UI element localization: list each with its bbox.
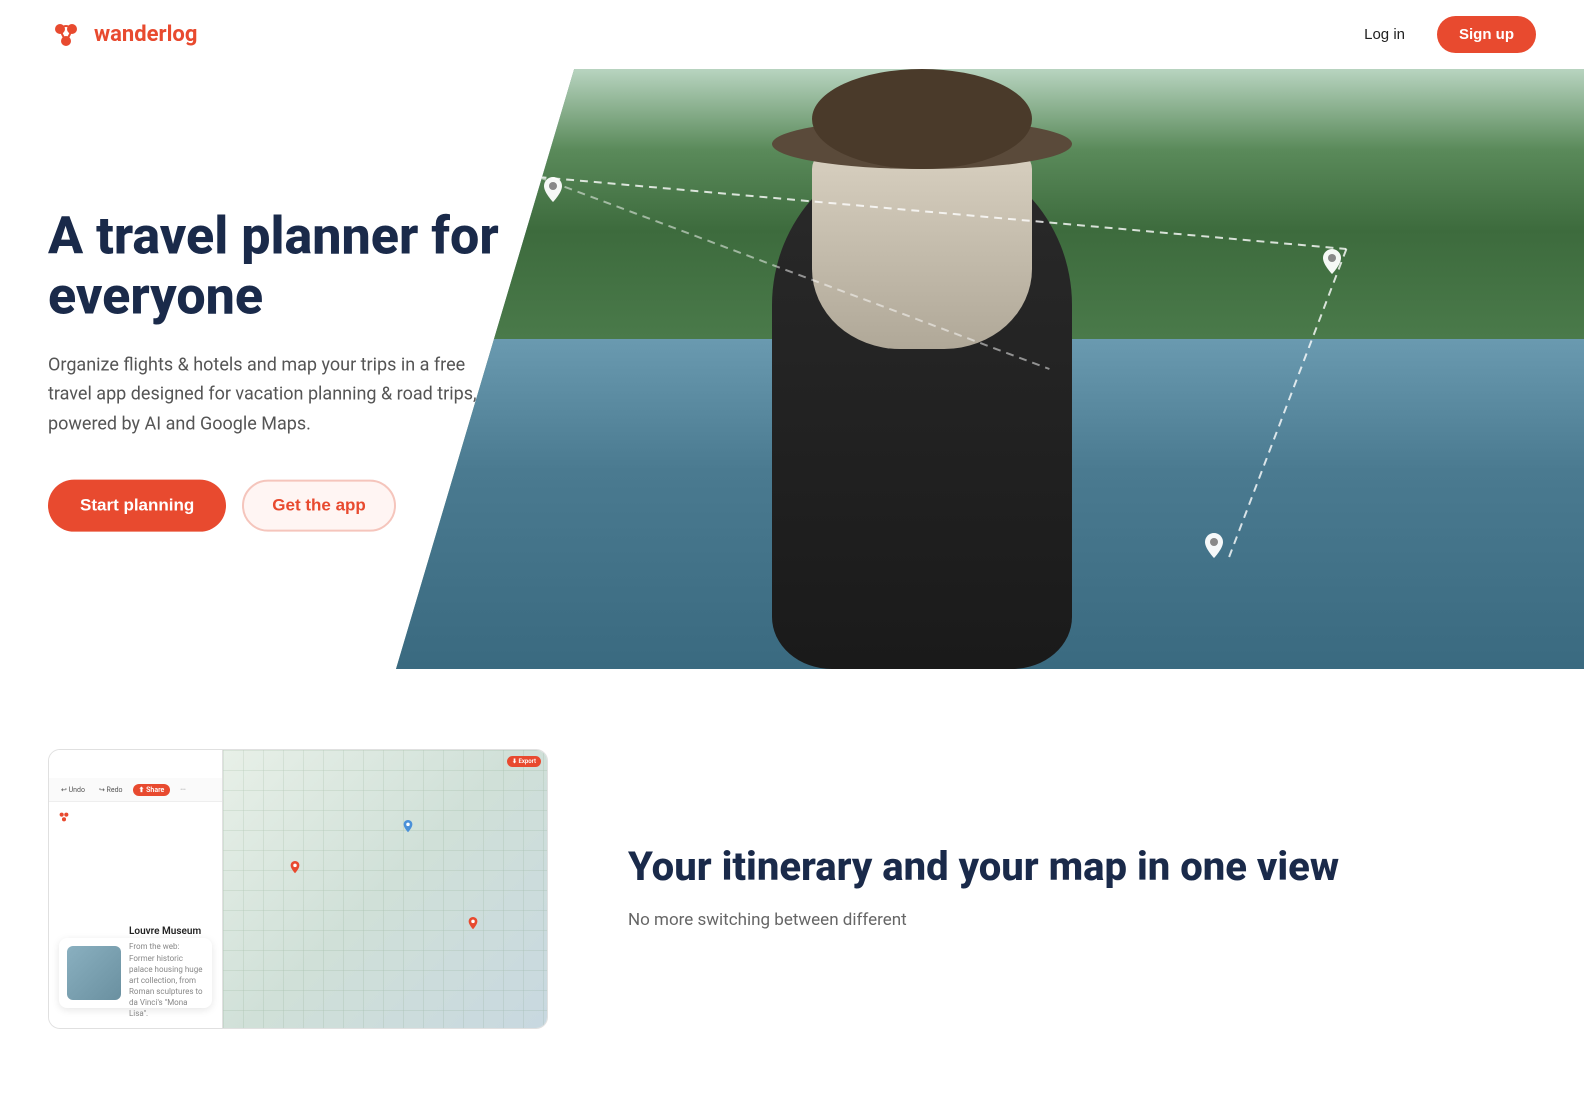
share-bar: ↩ Undo ↪ Redo ⬆ Share ··· [49,778,222,802]
location-pin-3 [1200,533,1228,561]
hero-subtitle: Organize flights & hotels and map your t… [48,350,508,439]
map-grid [223,750,547,1028]
map-pin-mock-1 [288,861,302,875]
screenshot-mock: ↩ Undo ↪ Redo ⬆ Share ··· [49,750,547,1028]
map-pin-mock-3 [466,917,480,931]
hero-title: A travel planner for everyone [48,207,588,327]
location-pin-2 [1318,249,1346,277]
nav-right: Log in Sign up [1352,16,1536,53]
map-pin-mock-2 [401,820,415,834]
export-button-mock: ⬇ Export [507,756,541,767]
place-card-title: Louvre Museum [129,926,204,937]
hero-section: A travel planner for everyone Organize f… [0,69,1584,669]
hero-buttons: Start planning Get the app [48,479,588,531]
sidebar-logo-icon [57,810,71,824]
share-button-mock: ⬆ Share [133,784,171,796]
itinerary-section: ↩ Undo ↪ Redo ⬆ Share ··· [0,669,1584,1089]
tab-redo: ↪ Redo [95,784,127,796]
screenshot-sidebar: ↩ Undo ↪ Redo ⬆ Share ··· [49,750,223,1028]
start-planning-button[interactable]: Start planning [48,479,226,531]
place-card-desc: From the web: Former historic palace hou… [129,941,204,1019]
navbar: wanderlog Log in Sign up [0,0,1584,69]
signup-button[interactable]: Sign up [1437,16,1536,53]
tab-undo: ↩ Undo [57,784,89,796]
itinerary-desc: No more switching between different [628,907,1536,934]
hero-content: A travel planner for everyone Organize f… [48,207,588,532]
logo-area: wanderlog [48,17,197,53]
login-button[interactable]: Log in [1352,18,1417,51]
itinerary-title: Your itinerary and your map in one view [628,843,1536,891]
place-card-image [67,946,121,1000]
itinerary-text: Your itinerary and your map in one view … [628,843,1536,934]
brand-name: wanderlog [94,22,197,47]
place-card: Louvre Museum From the web: Former histo… [59,938,212,1008]
screenshot-map: ⬇ Export [223,750,547,1028]
tab-more: ··· [176,784,190,796]
place-card-text: Louvre Museum From the web: Former histo… [129,926,204,1019]
app-screenshot: ↩ Undo ↪ Redo ⬆ Share ··· [48,749,548,1029]
location-pin-1 [539,177,567,205]
wanderlog-logo-icon [48,17,84,53]
get-app-button[interactable]: Get the app [242,479,396,531]
